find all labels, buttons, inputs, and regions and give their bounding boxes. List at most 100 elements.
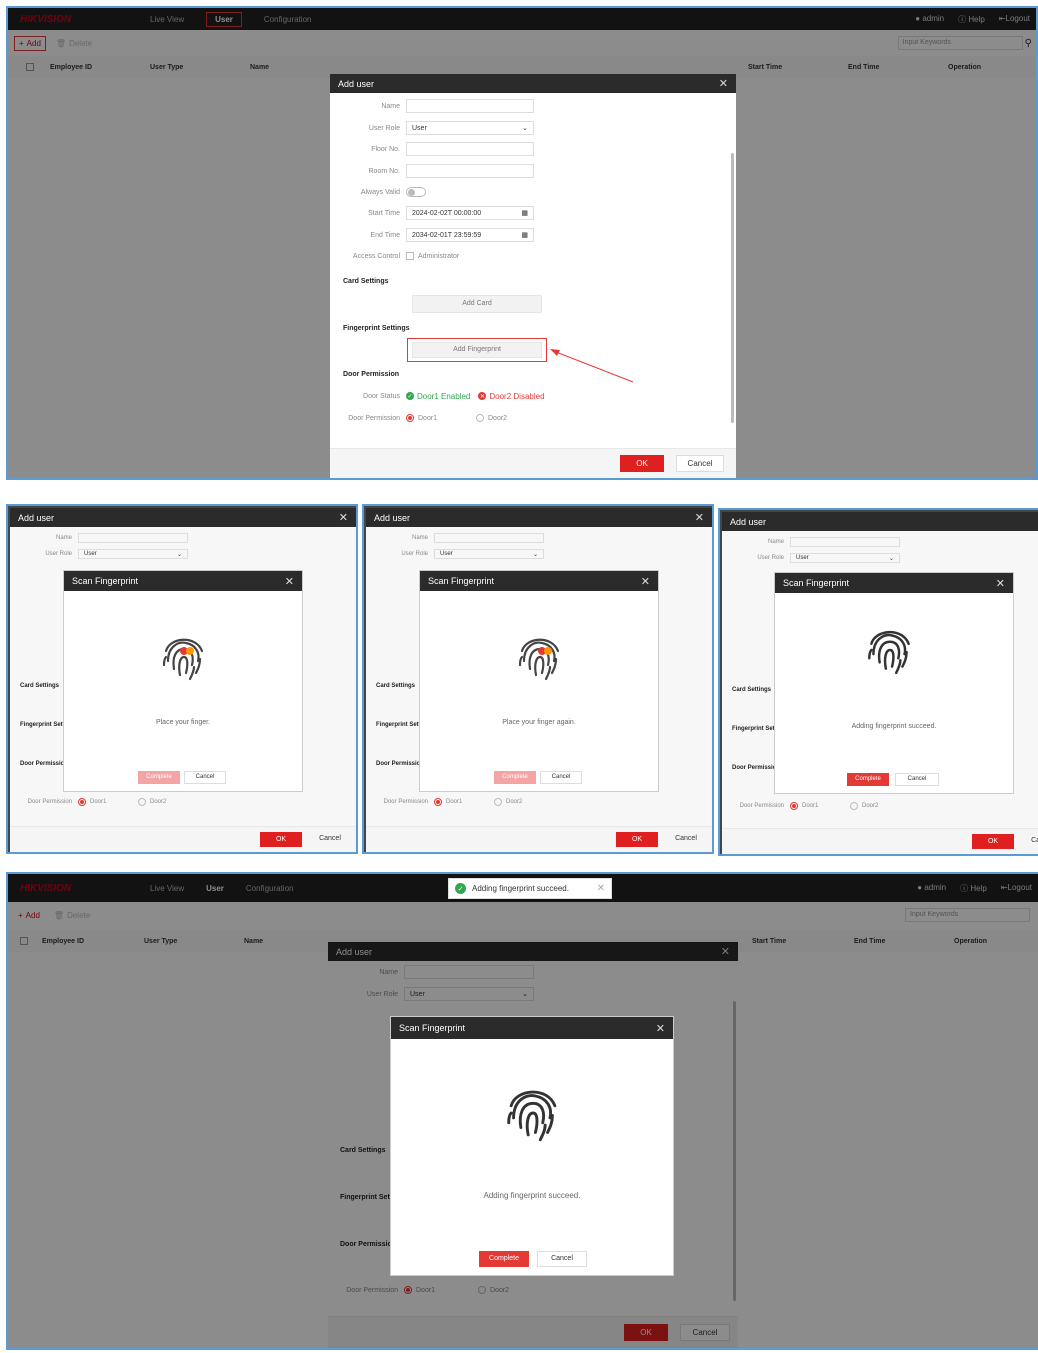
x-circle-icon: ✕ [478,392,487,400]
dialog-header: Add user ✕ [330,74,736,93]
calendar-icon[interactable]: ▦ [521,231,528,239]
ok-button[interactable]: OK [620,455,664,472]
ok-button[interactable]: OK [972,834,1014,849]
fingerprint-icon [507,1090,557,1142]
add-user-dialog: Add user ✕ Name User Role User ⌄ Floor No.… [330,74,736,478]
always-valid-toggle[interactable] [406,187,426,197]
radio-selected[interactable] [78,798,86,806]
close-icon[interactable]: ✕ [339,511,348,524]
screen-scan-success: Add user Name User Role User ⌄ Card Settin… [718,508,1038,856]
dialog-header: Add user ✕ [366,508,712,527]
dialog-footer: OK Cancel [722,828,1038,854]
always-valid-label: Always Valid [360,188,400,196]
name-field[interactable] [434,533,544,543]
fingerprint-settings-heading: Fingerprint Settings [343,325,410,332]
cancel-button[interactable]: Cancel [1022,834,1038,849]
card-settings-heading: Card Settings [343,278,389,285]
cancel-button[interactable]: Cancel [537,1251,587,1267]
ok-button[interactable]: OK [260,832,302,847]
close-icon[interactable]: ✕ [695,511,704,524]
cancel-button[interactable]: Cancel [310,832,350,847]
scan-message: Place your finger. [155,719,211,726]
name-label: Name [55,535,72,541]
door-permission-heading: Door Permission [732,765,781,771]
cancel-button[interactable]: Cancel [676,455,724,472]
radio-selected[interactable] [790,802,798,810]
name-field[interactable] [78,533,188,543]
scan-dialog-title: Scan Fingerprint [783,578,850,588]
card-settings-heading: Card Settings [732,687,772,693]
user-role-select[interactable]: User ⌄ [434,549,544,559]
door2-radio[interactable]: Door2 [476,414,507,422]
user-role-select[interactable]: User ⌄ [406,121,534,135]
close-icon[interactable]: ✕ [656,1022,665,1035]
complete-button[interactable]: Complete [847,773,889,786]
user-role-select[interactable]: User ⌄ [78,549,188,559]
scan-dialog-header: Scan Fingerprint ✕ [420,571,658,591]
fingerprint-icon [518,638,560,681]
radio-unselected[interactable] [494,798,502,806]
complete-button[interactable]: Complete [479,1251,529,1267]
dialog-title: Add user [338,78,375,89]
screen-add-user: HIKVISION Live View User Configuration ●… [6,6,1038,480]
radio-selected[interactable] [434,798,442,806]
door2-radio[interactable]: Door2 [850,802,878,810]
cancel-button[interactable]: Cancel [666,832,706,847]
name-label: Name [381,102,400,110]
add-fingerprint-button[interactable]: Add Fingerprint [412,342,542,358]
door1-radio[interactable]: Door1 [406,414,476,422]
dialog-footer: OK Cancel [10,826,356,852]
cancel-button[interactable]: Cancel [540,771,582,784]
door1-radio[interactable]: Door1 [78,798,138,806]
door-permission-label: Door Permission [27,799,72,805]
ok-button[interactable]: OK [616,832,658,847]
role-label: User Role [368,124,400,132]
close-icon[interactable]: ✕ [597,883,605,894]
door2-status: ✕ Door2 Disabled [478,391,545,401]
success-toast: ✓ Adding fingerprint succeed. ✕ [448,878,612,899]
dialog-scrollbar[interactable] [731,153,734,423]
checkbox-box[interactable] [406,252,414,260]
door-permission-heading: Door Permission [376,761,425,767]
administrator-checkbox[interactable]: Administrator [406,252,459,260]
calendar-icon[interactable]: ▦ [521,209,528,217]
name-label: Name [411,535,428,541]
scan-message: Place your finger again. [502,719,576,726]
fingerprint-icon [868,630,910,675]
room-field[interactable] [406,164,534,178]
scan-dialog-header: Scan Fingerprint ✕ [391,1017,673,1039]
radio-unselected[interactable] [850,802,858,810]
close-icon[interactable]: ✕ [719,77,728,90]
name-field[interactable] [790,537,900,547]
add-card-button[interactable]: Add Card [412,295,542,313]
start-time-field[interactable]: 2024-02-02T 00:00:00 ▦ [406,206,534,220]
role-label: User Role [401,551,428,557]
cancel-button[interactable]: Cancel [184,771,226,784]
check-circle-icon: ✓ [455,883,466,894]
close-icon[interactable]: ✕ [641,575,650,588]
door1-radio[interactable]: Door1 [790,802,850,810]
radio-unselected[interactable] [138,798,146,806]
radio-unselected[interactable] [476,414,484,422]
close-icon[interactable]: ✕ [285,575,294,588]
door2-radio[interactable]: Door2 [494,798,522,806]
chevron-down-icon: ⌄ [176,551,182,558]
name-field[interactable] [406,99,534,113]
scan-dialog-header: Scan Fingerprint ✕ [64,571,302,591]
user-role-select[interactable]: User ⌄ [790,553,900,563]
dialog-header: Add user [722,512,1038,531]
door2-radio[interactable]: Door2 [138,798,166,806]
radio-selected[interactable] [406,414,414,422]
complete-button[interactable]: Complete [494,771,536,784]
role-label: User Role [45,551,72,557]
scan-message: Adding fingerprint succeed. [483,1191,581,1200]
card-settings-heading: Card Settings [20,683,60,689]
end-time-field[interactable]: 2034-02-01T 23:59:59 ▦ [406,228,534,242]
floor-label: Floor No. [371,145,400,153]
complete-button[interactable]: Complete [138,771,180,784]
door1-radio[interactable]: Door1 [434,798,494,806]
close-icon[interactable]: ✕ [996,577,1005,590]
floor-field[interactable] [406,142,534,156]
cancel-button[interactable]: Cancel [895,773,939,786]
dialog-title: Add user [730,516,767,527]
